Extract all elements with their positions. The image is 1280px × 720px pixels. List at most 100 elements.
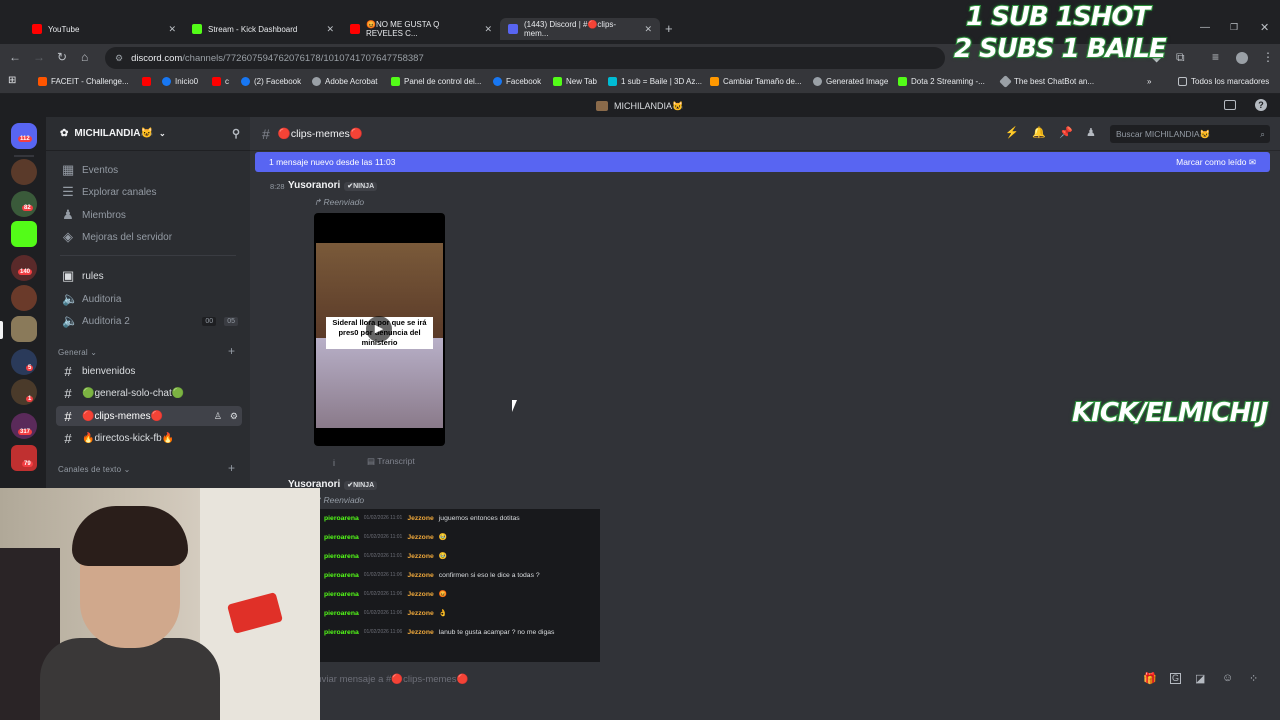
- bookmark-item[interactable]: Inicio0: [162, 77, 198, 86]
- site-info-icon[interactable]: ⚙: [115, 53, 123, 64]
- reload-icon[interactable]: ↻: [57, 50, 67, 64]
- unread-badge: 79: [22, 461, 33, 467]
- bell-icon[interactable]: 🔔: [1032, 126, 1046, 139]
- profile-avatar[interactable]: [1236, 52, 1248, 64]
- channel-clips-memes[interactable]: # 🔴clips-memes🔴 ♙ ⚙: [56, 406, 242, 426]
- channel-general-solo-chat[interactable]: # 🟢general-solo-chat🟢: [56, 383, 242, 403]
- minimize-button[interactable]: —: [1200, 22, 1210, 33]
- server-icon[interactable]: [11, 255, 37, 281]
- bookmark-item[interactable]: 1 sub = Baile | 3D Az...: [608, 77, 702, 86]
- server-icon[interactable]: [11, 221, 37, 247]
- maximize-button[interactable]: ❐: [1230, 22, 1238, 33]
- channel-title: 🔴clips-memes🔴: [277, 128, 363, 140]
- mark-as-read-button[interactable]: Marcar como leído ✉: [1176, 157, 1256, 168]
- sticker-icon[interactable]: ◪: [1195, 672, 1205, 685]
- bookmark-item[interactable]: Dota 2 Streaming -...: [898, 77, 985, 86]
- bookmark-item[interactable]: Panel de control del...: [391, 77, 481, 86]
- folder-icon: [1178, 77, 1187, 86]
- back-icon[interactable]: ←: [9, 50, 21, 64]
- server-icon[interactable]: [11, 445, 37, 471]
- add-channel-icon[interactable]: +: [228, 344, 235, 358]
- server-icon[interactable]: [11, 159, 37, 185]
- tab-search-icon[interactable]: ≡: [1212, 50, 1219, 64]
- bookmark-item[interactable]: Generated Image: [813, 77, 888, 86]
- channel-auditoria-2[interactable]: 🔈 Auditoria 2 00 05: [56, 311, 242, 331]
- gear-icon[interactable]: ⚙: [230, 411, 238, 422]
- bookmark-item[interactable]: FACEIT - Challenge...: [38, 77, 129, 86]
- server-icon[interactable]: [11, 285, 37, 311]
- bookmark-item[interactable]: (2) Facebook: [241, 77, 301, 86]
- puzzle-icon[interactable]: ⧉: [1176, 50, 1185, 65]
- channel-auditoria[interactable]: 🔈 Auditoria: [56, 289, 242, 309]
- transcript-button[interactable]: ▤ Transcript: [367, 456, 415, 467]
- bookmark-item[interactable]: Facebook: [493, 77, 541, 86]
- kick-icon: [391, 77, 400, 86]
- apps-grid-icon[interactable]: ⊞: [8, 75, 16, 86]
- add-member-icon[interactable]: ♙: [214, 411, 222, 422]
- info-icon[interactable]: i: [333, 458, 335, 468]
- gif-icon[interactable]: G: [1170, 673, 1182, 684]
- search-input[interactable]: Buscar MICHILANDIA😺 ⌕: [1110, 125, 1270, 143]
- close-icon[interactable]: ✕: [326, 24, 334, 35]
- kick-icon: [192, 24, 202, 34]
- pin-icon[interactable]: 📌: [1059, 126, 1073, 139]
- apps-icon[interactable]: ⁘: [1249, 672, 1258, 685]
- address-bar[interactable]: ⚙ discord.com/channels/77260759476207617…: [105, 47, 945, 69]
- message-input[interactable]: Enviar mensaje a #🔴clips-memes🔴: [310, 666, 1270, 692]
- gift-icon[interactable]: 🎁: [1143, 672, 1157, 685]
- close-icon[interactable]: ✕: [484, 24, 492, 35]
- tab-youtube[interactable]: YouTube ✕: [24, 18, 184, 40]
- bookmark-item[interactable]: New Tab: [553, 77, 597, 86]
- help-icon[interactable]: ?: [1255, 99, 1267, 111]
- tab-title: (1443) Discord | #🔴clips-mem...: [524, 20, 617, 38]
- tab-youtube-video[interactable]: 😡NO ME GUSTA Q REVELES C... ✕: [342, 18, 500, 40]
- server-icon[interactable]: [11, 349, 37, 375]
- chat-screenshot-image[interactable]: pieroarena 01/02/2026 11:01 Jezzone juguemo…: [320, 509, 600, 662]
- menu-mejoras[interactable]: ◈ Mejoras del servidor: [56, 227, 242, 247]
- all-bookmarks-folder[interactable]: Todos los marcadores: [1178, 77, 1269, 86]
- close-icon[interactable]: ✕: [168, 24, 176, 35]
- menu-miembros[interactable]: ♟ Miembros: [56, 205, 242, 225]
- server-icon[interactable]: [11, 413, 37, 439]
- server-icon[interactable]: [11, 379, 37, 405]
- play-icon[interactable]: ▶: [366, 316, 392, 342]
- tab-kick-dashboard[interactable]: Stream - Kick Dashboard ✕: [184, 18, 342, 40]
- server-header[interactable]: ✿ MICHILANDIA😺 ⌄ ⚲: [46, 117, 250, 151]
- window-close-button[interactable]: ✕: [1260, 21, 1269, 34]
- bookmark-item[interactable]: c: [212, 77, 229, 86]
- facebook-icon: [493, 77, 502, 86]
- forward-icon[interactable]: →: [33, 50, 45, 64]
- members-list-icon[interactable]: ♟: [1086, 126, 1096, 139]
- overlay-sub-text: 1 SUB 1SHOT: [965, 1, 1151, 33]
- server-icon[interactable]: [11, 191, 37, 217]
- message-author[interactable]: Yusoranori ✔NINJA: [288, 180, 378, 191]
- bookmark-item[interactable]: [142, 77, 151, 86]
- tab-discord[interactable]: (1443) Discord | #🔴clips-mem... ✕: [500, 18, 660, 40]
- inbox-icon[interactable]: [1224, 100, 1236, 110]
- menu-explorar-canales[interactable]: ☰ Explorar canales: [56, 182, 242, 202]
- category-general[interactable]: General ⌄: [58, 348, 97, 357]
- bookmark-item[interactable]: Adobe Acrobat: [312, 77, 377, 86]
- more-bookmarks-icon[interactable]: »: [1147, 77, 1151, 86]
- menu-icon[interactable]: ⋮: [1262, 50, 1274, 64]
- video-embed[interactable]: Sideral llora por que se irá pres0 por d…: [314, 213, 445, 446]
- channel-directos-kick-fb[interactable]: # 🔥directos-kick-fb🔥: [56, 428, 242, 448]
- home-icon[interactable]: ⌂: [81, 50, 88, 64]
- close-icon[interactable]: ✕: [644, 24, 652, 35]
- threads-icon[interactable]: ⚡: [1005, 126, 1019, 139]
- new-messages-bar[interactable]: 1 mensaje nuevo desde las 11:03 Marcar c…: [255, 152, 1270, 172]
- chat-row: pieroarena 01/02/2026 11:01 Jezzone 🥹: [324, 552, 448, 561]
- bookmark-item[interactable]: Cambiar Tamaño de...: [710, 77, 802, 86]
- message-input-placeholder: Enviar mensaje a #🔴clips-memes🔴: [310, 673, 469, 685]
- channel-rules[interactable]: ▣ rules: [56, 266, 242, 286]
- channel-bienvenidos[interactable]: # bienvenidos: [56, 361, 242, 381]
- rules-icon: ▣: [62, 268, 75, 283]
- menu-eventos[interactable]: ▦ Eventos: [56, 160, 242, 180]
- invite-icon[interactable]: ⚲: [232, 127, 240, 140]
- emoji-icon[interactable]: ☺: [1222, 672, 1233, 684]
- bookmark-item[interactable]: The best ChatBot an...: [999, 75, 1094, 88]
- category-canales-de-texto[interactable]: Canales de texto ⌄: [58, 465, 131, 474]
- server-icon-michilandia[interactable]: [11, 316, 37, 342]
- add-channel-icon[interactable]: +: [228, 461, 235, 475]
- new-tab-button[interactable]: +: [665, 21, 673, 36]
